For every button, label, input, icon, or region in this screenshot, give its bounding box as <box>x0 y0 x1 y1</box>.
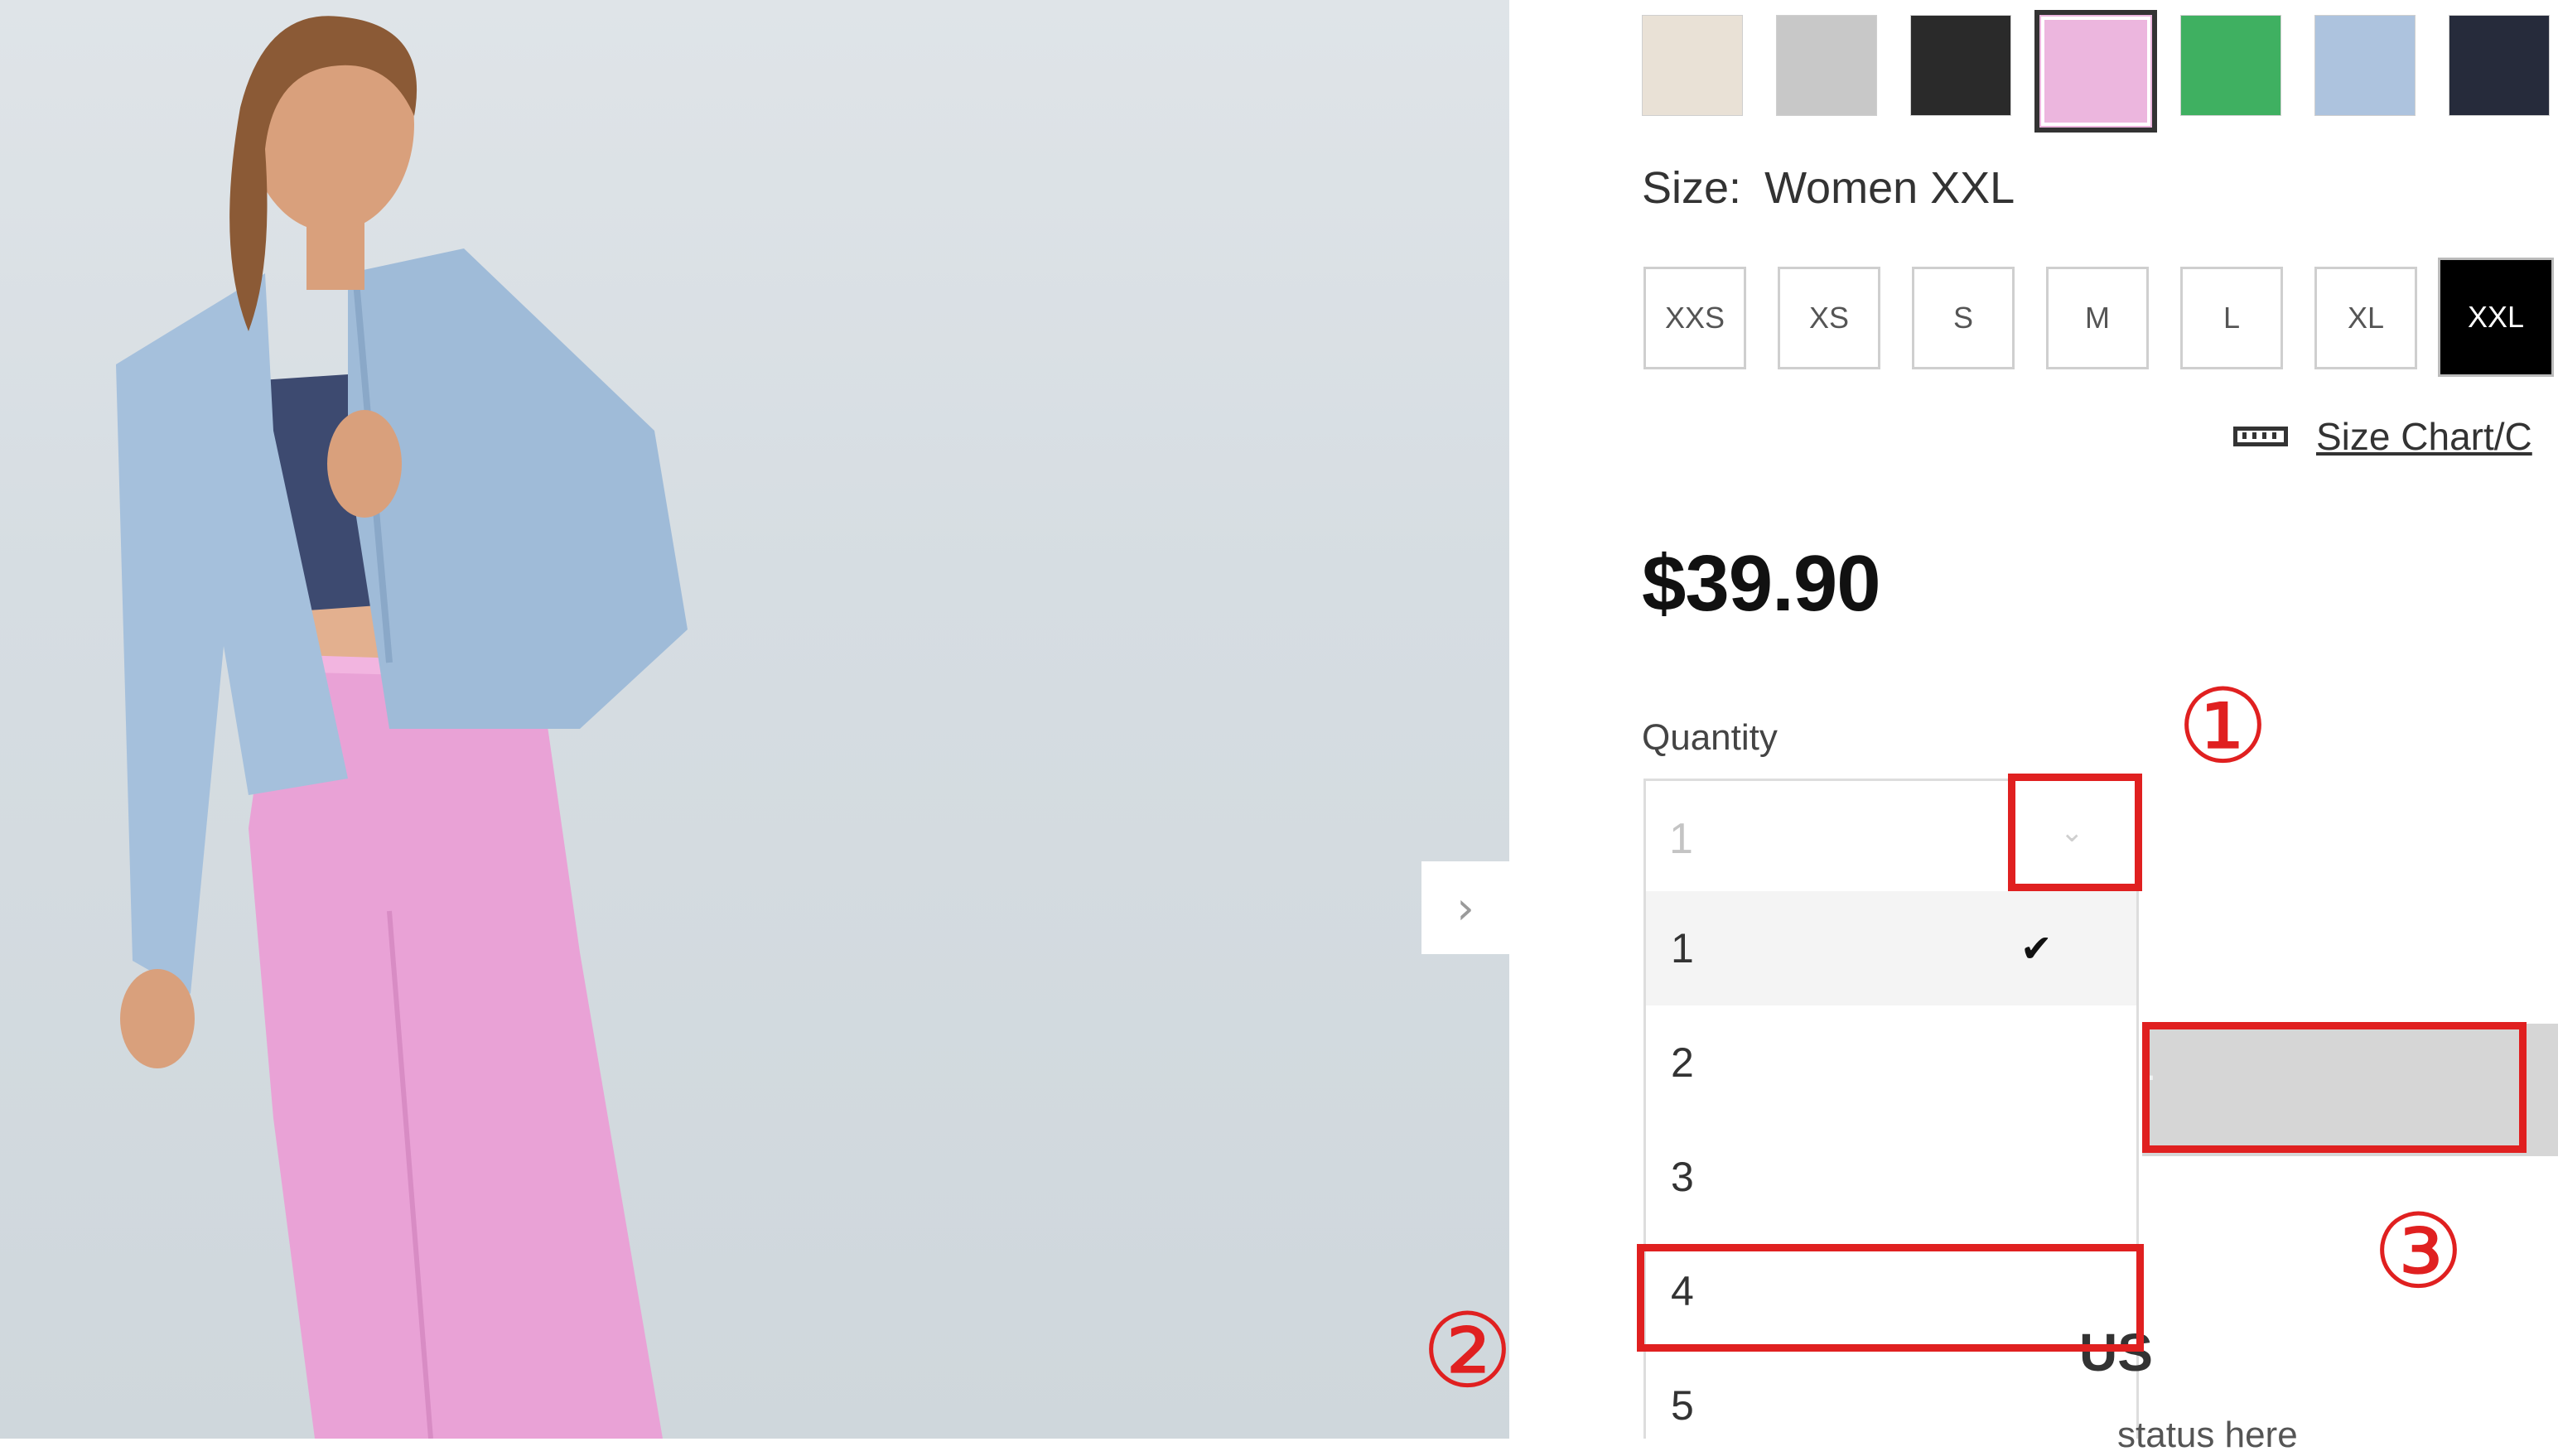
annotation-number-3: ③ <box>2372 1193 2465 1312</box>
quantity-option-label: 5 <box>1671 1382 1694 1429</box>
color-swatch-gray[interactable] <box>1776 15 1877 116</box>
product-price: $39.90 <box>1642 539 1881 628</box>
add-to-cart-label: CART <box>2142 1068 2156 1113</box>
size-option-m[interactable]: M <box>2046 267 2149 369</box>
quantity-options-list: 1 ✔ 2 3 4 5 <box>1643 891 2139 1439</box>
section-heading-partial: US <box>2079 1323 2153 1382</box>
color-swatch-beige[interactable] <box>1642 15 1743 116</box>
size-chart-label: Size Chart/C <box>2316 415 2532 458</box>
size-label-prefix: Size: <box>1642 163 1742 213</box>
size-option-xxl[interactable]: XXL <box>2440 260 2551 374</box>
quantity-current-value: 1 <box>1669 815 1693 863</box>
product-photo: › <box>0 0 1509 1439</box>
color-swatch-green[interactable] <box>2180 15 2281 116</box>
quantity-option-1[interactable]: 1 ✔ <box>1646 891 2136 1005</box>
ruler-icon <box>2233 427 2288 446</box>
quantity-option-label: 3 <box>1671 1154 1694 1200</box>
checkmark-icon: ✔ <box>2020 926 2053 971</box>
size-option-s[interactable]: S <box>1912 267 2015 369</box>
quantity-option-2[interactable]: 2 <box>1646 1005 2136 1120</box>
size-option-xs[interactable]: XS <box>1778 267 1880 369</box>
size-chart-link[interactable]: Size Chart/C <box>2233 414 2532 459</box>
quantity-option-label: 2 <box>1671 1039 1694 1086</box>
quantity-option-3[interactable]: 3 <box>1646 1120 2136 1234</box>
quantity-option-4[interactable]: 4 <box>1646 1234 2136 1348</box>
color-swatch-black[interactable] <box>1910 15 2011 116</box>
color-swatch-light-blue[interactable] <box>2314 15 2416 116</box>
chevron-down-icon[interactable]: ⌄ <box>2060 816 2084 849</box>
quantity-option-label: 1 <box>1671 925 1694 971</box>
image-next-arrow[interactable]: › <box>1421 861 1509 954</box>
size-option-l[interactable]: L <box>2180 267 2283 369</box>
color-swatches <box>1642 10 2558 133</box>
color-swatch-pink[interactable] <box>2034 10 2157 133</box>
size-option-xxs[interactable]: XXS <box>1643 267 1746 369</box>
quantity-label: Quantity <box>1642 717 1778 758</box>
size-label: Size: Women XXL <box>1642 162 2015 214</box>
annotation-number-1: ① <box>2177 668 2270 787</box>
quantity-option-5[interactable]: 5 <box>1646 1348 2136 1439</box>
size-selected-value: Women XXL <box>1764 163 2015 213</box>
color-swatch-navy[interactable] <box>2449 15 2550 116</box>
size-option-xl[interactable]: XL <box>2314 267 2417 369</box>
quantity-option-label: 4 <box>1671 1268 1694 1314</box>
quantity-dropdown[interactable]: 1 ⌄ <box>1643 779 2141 891</box>
add-to-cart-button[interactable]: CART <box>2142 1024 2558 1156</box>
section-text-partial: status here <box>2117 1415 2298 1455</box>
model-illustration <box>116 16 688 1439</box>
